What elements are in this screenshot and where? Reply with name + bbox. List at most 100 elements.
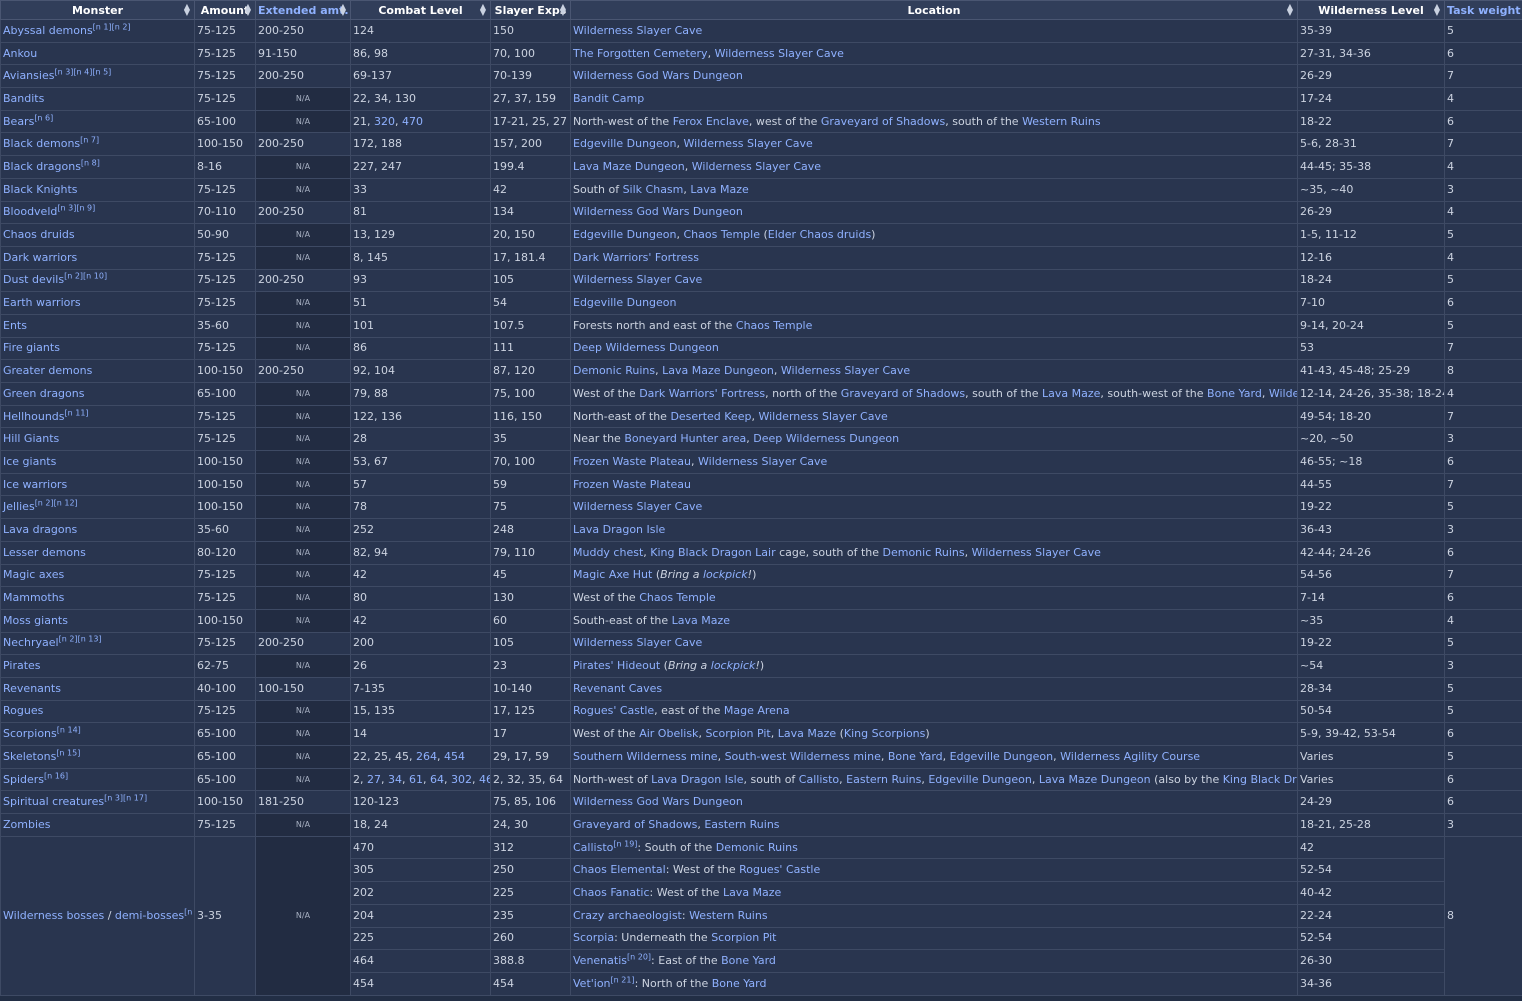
monster-link[interactable]: Chaos druids bbox=[3, 228, 75, 241]
monster-link[interactable]: Bears bbox=[3, 115, 34, 128]
link[interactable]: Bone Yard bbox=[888, 750, 943, 763]
link[interactable]: Graveyard of Shadows bbox=[821, 115, 945, 128]
sort-icon[interactable]: ▲ ▼ bbox=[560, 3, 566, 17]
link[interactable]: Bone Yard bbox=[721, 954, 776, 967]
link[interactable]: King Black Dragon Lair bbox=[1223, 773, 1297, 786]
link[interactable]: Eastern Ruins bbox=[846, 773, 921, 786]
link[interactable]: Scorpia bbox=[573, 931, 614, 944]
link[interactable]: lockpick bbox=[703, 568, 748, 581]
footnote-ref[interactable]: [n 18] bbox=[184, 907, 193, 916]
link[interactable]: 264 bbox=[416, 750, 437, 763]
monster-link[interactable]: Dark warriors bbox=[3, 251, 77, 264]
link[interactable]: South-west Wilderness mine bbox=[725, 750, 881, 763]
link[interactable]: Deep Wilderness Dungeon bbox=[573, 341, 719, 354]
link[interactable]: Lava Maze bbox=[672, 614, 730, 627]
link[interactable]: Wilderness Slayer Cave bbox=[573, 24, 702, 37]
header-location[interactable]: Location ▲ ▼ bbox=[570, 0, 1298, 20]
link[interactable]: Edgeville Dungeon bbox=[950, 750, 1054, 763]
link[interactable]: 454 bbox=[444, 750, 465, 763]
link[interactable]: The Forgotten Cemetery bbox=[573, 47, 708, 60]
footnote-ref[interactable]: [n 1][n 2] bbox=[93, 22, 131, 31]
monster-link[interactable]: Spiders bbox=[3, 773, 44, 786]
header-extended[interactable]: Extended amt. ▲ ▼ bbox=[255, 0, 351, 20]
link[interactable]: Edgeville Dungeon bbox=[573, 137, 677, 150]
link[interactable]: Frozen Waste Plateau bbox=[573, 455, 691, 468]
link[interactable]: Bone Yard bbox=[712, 977, 767, 990]
monster-link[interactable]: Earth warriors bbox=[3, 296, 81, 309]
monster-link[interactable]: Nechryael bbox=[3, 636, 59, 649]
header-combat[interactable]: Combat Level ▲ ▼ bbox=[350, 0, 491, 20]
monster-link[interactable]: Zombies bbox=[3, 818, 51, 831]
link[interactable]: Wilderness Slayer Cave bbox=[715, 47, 844, 60]
link[interactable]: Scorpion Pit bbox=[711, 931, 776, 944]
link[interactable]: Lava Maze bbox=[723, 886, 781, 899]
link[interactable]: Dark Warriors' Fortress bbox=[639, 387, 765, 400]
link[interactable]: Chaos Fanatic bbox=[573, 886, 650, 899]
monster-link[interactable]: Revenants bbox=[3, 682, 61, 695]
link[interactable]: demi-bosses bbox=[115, 909, 184, 922]
footnote-ref[interactable]: [n 16] bbox=[44, 771, 68, 780]
link[interactable]: Ferox Enclave bbox=[673, 115, 749, 128]
footnote-ref[interactable]: [n 2][n 13] bbox=[59, 635, 102, 644]
link[interactable]: Mage Arena bbox=[724, 704, 790, 717]
monster-link[interactable]: Ankou bbox=[3, 47, 37, 60]
link[interactable]: Demonic Ruins bbox=[716, 841, 798, 854]
link[interactable]: 320 bbox=[374, 115, 395, 128]
link[interactable]: Wilderness God Wars Dungeon bbox=[573, 205, 743, 218]
link[interactable]: Wilderness Slayer Cave bbox=[573, 636, 702, 649]
link[interactable]: 27 bbox=[367, 773, 381, 786]
monster-link[interactable]: Black demons bbox=[3, 137, 80, 150]
link[interactable]: Eastern Ruins bbox=[704, 818, 779, 831]
link[interactable]: Edgeville Dungeon bbox=[573, 228, 677, 241]
monster-link[interactable]: Skeletons bbox=[3, 750, 56, 763]
link[interactable]: Magic Axe Hut bbox=[573, 568, 652, 581]
monster-link[interactable]: Ice giants bbox=[3, 455, 56, 468]
link[interactable]: Bone Yard bbox=[1207, 387, 1262, 400]
link[interactable]: Crazy archaeologist bbox=[573, 909, 682, 922]
link[interactable]: Edgeville Dungeon bbox=[928, 773, 1032, 786]
link[interactable]: Deserted Keep bbox=[670, 410, 751, 423]
footnote-ref[interactable]: [n 8] bbox=[81, 158, 100, 167]
link[interactable]: Chaos Temple bbox=[736, 319, 813, 332]
link[interactable]: Wilderness Slayer Cave bbox=[781, 364, 910, 377]
link[interactable]: Bandit Camp bbox=[573, 92, 644, 105]
monster-link[interactable]: Green dragons bbox=[3, 387, 84, 400]
link[interactable]: Deep Wilderness Dungeon bbox=[753, 432, 899, 445]
sort-icon[interactable]: ▲ ▼ bbox=[340, 3, 346, 17]
link[interactable]: Wilderness God Wars Dungeon bbox=[573, 69, 743, 82]
monster-link[interactable]: Black Knights bbox=[3, 183, 78, 196]
link[interactable]: Lava Maze Dungeon bbox=[1039, 773, 1151, 786]
footnote-ref[interactable]: [n 3][n 4][n 5] bbox=[54, 68, 111, 77]
link[interactable]: Frozen Waste Plateau bbox=[573, 478, 691, 491]
link[interactable]: Lava Dragon Isle bbox=[573, 523, 665, 536]
monster-link[interactable]: Lava dragons bbox=[3, 523, 77, 536]
link[interactable]: Air Obelisk bbox=[639, 727, 698, 740]
header-amount[interactable]: Amount ▲ ▼ bbox=[194, 0, 256, 20]
link[interactable]: Callisto bbox=[573, 841, 613, 854]
footnote-ref[interactable]: [n 7] bbox=[80, 136, 99, 145]
link[interactable]: Scorpion Pit bbox=[705, 727, 770, 740]
footnote-ref[interactable]: [n 6] bbox=[34, 113, 53, 122]
link[interactable]: Graveyard of Shadows bbox=[841, 387, 965, 400]
link[interactable]: Elder Chaos druids bbox=[768, 228, 871, 241]
monster-link[interactable]: Ents bbox=[3, 319, 27, 332]
header-exp[interactable]: Slayer Exps ▲ ▼ bbox=[490, 0, 571, 20]
monster-link[interactable]: Greater demons bbox=[3, 364, 92, 377]
link[interactable]: Chaos Elemental bbox=[573, 863, 666, 876]
link[interactable]: Silk Chasm bbox=[623, 183, 684, 196]
footnote-ref[interactable]: [n 15] bbox=[56, 748, 80, 757]
link[interactable]: Wilderness Slayer Cave bbox=[573, 273, 702, 286]
monster-link[interactable]: Mammoths bbox=[3, 591, 64, 604]
link[interactable]: Lava Dragon Isle bbox=[651, 773, 743, 786]
monster-link[interactable]: Abyssal demons bbox=[3, 24, 93, 37]
monster-link[interactable]: Jellies bbox=[3, 500, 35, 513]
link[interactable]: lockpick bbox=[711, 659, 756, 672]
monster-link[interactable]: Lesser demons bbox=[3, 546, 86, 559]
link[interactable]: Wilderness Slayer Cave bbox=[684, 137, 813, 150]
monster-link[interactable]: Moss giants bbox=[3, 614, 68, 627]
monster-link[interactable]: Dust devils bbox=[3, 273, 64, 286]
link[interactable]: King Black Dragon Lair bbox=[650, 546, 775, 559]
link[interactable]: Pirates' Hideout bbox=[573, 659, 660, 672]
sort-icon[interactable]: ▲ ▼ bbox=[184, 3, 190, 17]
link[interactable]: Southern Wilderness mine bbox=[573, 750, 718, 763]
